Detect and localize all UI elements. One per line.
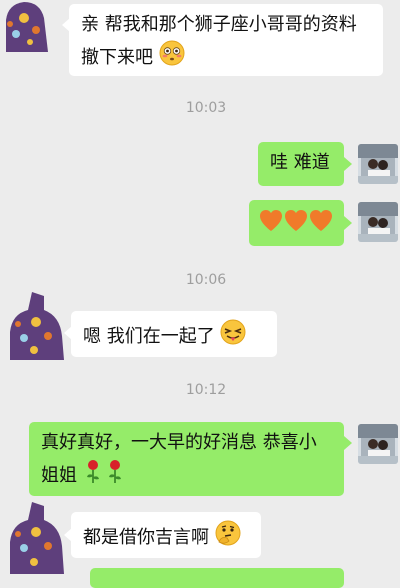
incoming-message-bubble[interactable]: 亲 帮我和那个狮子座小哥哥的资料撤下来吧 [69,4,383,76]
contact-avatar[interactable] [4,500,66,574]
outgoing-message-bubble[interactable] [249,200,344,246]
outgoing-message-bubble[interactable]: 哇 难道 [258,142,344,186]
two-roses-icon [83,458,127,494]
my-avatar[interactable] [358,424,398,464]
incoming-message-bubble[interactable]: 嗯 我们在一起了 [71,311,277,357]
outgoing-message-bubble-partial[interactable] [90,568,344,588]
my-avatar[interactable] [358,144,398,184]
incoming-message-bubble[interactable]: 都是借你吉言啊 [71,512,261,558]
message-text: 哇 难道 [270,152,330,173]
message-text: 嗯 我们在一起了 [83,326,215,347]
three-orange-hearts-icon [259,208,333,244]
message-text: 亲 帮我和那个狮子座小哥哥的资料撤下来吧 [81,14,357,68]
timestamp: 10:12 [185,382,227,398]
tongue-out-face-icon [220,319,246,355]
flushed-face-icon [159,40,185,76]
thinking-face-icon [215,520,241,556]
my-avatar[interactable] [358,202,398,242]
message-text: 都是借你吉言啊 [83,527,209,548]
contact-avatar[interactable] [4,292,66,360]
outgoing-message-bubble[interactable]: 真好真好，一大早的好消息 恭喜小姐姐 [29,422,344,496]
timestamp: 10:03 [185,100,227,116]
timestamp: 10:06 [185,272,227,288]
contact-avatar[interactable] [0,0,54,52]
